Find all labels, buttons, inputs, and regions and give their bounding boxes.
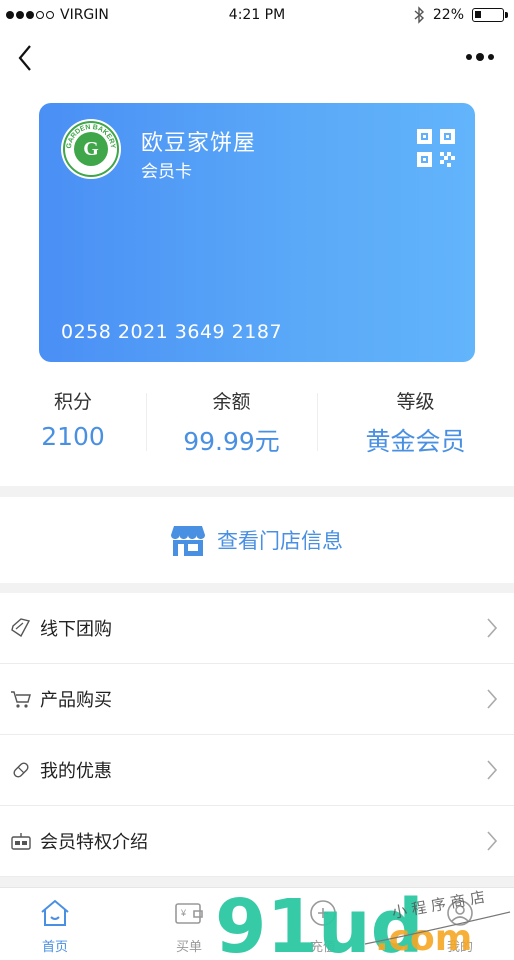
tab-pay[interactable]: ¥ 买单	[159, 898, 219, 955]
card-number: 0258 2021 3649 2187	[61, 321, 283, 343]
balance-stat[interactable]: 余额 99.99元	[146, 383, 317, 457]
tab-bar: 首页 ¥ 买单 充值 我的	[0, 887, 514, 960]
cart-icon	[10, 688, 32, 710]
menu-item-group-buy[interactable]: 线下团购	[0, 593, 514, 664]
divider	[317, 393, 318, 451]
coupon-icon	[10, 759, 32, 781]
tab-label: 我的	[446, 940, 473, 955]
logo-ring: GARDEN BAKERY	[63, 121, 119, 177]
chevron-right-icon	[487, 831, 498, 851]
store-icon	[171, 526, 205, 556]
points-label: 积分	[53, 391, 92, 413]
tab-home[interactable]: 首页	[25, 898, 85, 955]
menu-list: 线下团购 产品购买 我的优惠 会员特权介绍	[0, 593, 514, 877]
home-icon	[41, 899, 69, 926]
nav-bar	[0, 30, 514, 86]
battery-percent: 22%	[432, 7, 464, 23]
section-gap	[0, 486, 514, 497]
balance-value: 99.99元	[183, 427, 280, 456]
store-info-label: 查看门店信息	[217, 529, 343, 553]
chevron-right-icon	[487, 689, 498, 709]
tab-recharge[interactable]: 充值	[293, 898, 353, 955]
menu-item-discounts[interactable]: 我的优惠	[0, 735, 514, 806]
tab-label: 首页	[41, 940, 68, 955]
chevron-left-icon[interactable]	[12, 42, 42, 74]
bakery-logo: GARDEN BAKERY G	[61, 119, 121, 179]
status-bar: VIRGIN 4:21 PM 22%	[0, 0, 514, 30]
chevron-right-icon	[487, 618, 498, 638]
points-stat[interactable]: 积分 2100	[0, 383, 146, 457]
balance-label: 余额	[212, 391, 251, 413]
chevron-right-icon	[487, 760, 498, 780]
section-gap	[0, 583, 514, 593]
member-card[interactable]: GARDEN BAKERY G 欧豆家饼屋 会员卡 0258 2021 3649…	[39, 103, 475, 362]
menu-item-label: 会员特权介绍	[40, 832, 148, 853]
bluetooth-icon	[414, 6, 424, 24]
level-value: 黄金会员	[365, 427, 466, 456]
tab-label: 充值	[309, 940, 336, 955]
tab-label: 买单	[175, 940, 202, 955]
recharge-icon	[310, 900, 336, 926]
store-name: 欧豆家饼屋	[141, 131, 257, 156]
user-icon	[447, 900, 473, 926]
tag-icon	[10, 617, 32, 639]
vip-card-icon	[10, 830, 32, 852]
card-type: 会员卡	[141, 162, 192, 182]
menu-item-label: 我的优惠	[40, 761, 112, 782]
menu-item-label: 产品购买	[40, 690, 112, 711]
menu-item-label: 线下团购	[40, 619, 112, 640]
level-stat[interactable]: 等级 黄金会员	[317, 383, 514, 457]
svg-text:¥: ¥	[180, 908, 187, 918]
qr-code-icon[interactable]	[417, 129, 455, 167]
section-gap	[0, 877, 514, 887]
status-right: 22%	[413, 6, 508, 24]
points-value: 2100	[41, 422, 105, 451]
divider	[146, 393, 147, 451]
level-label: 等级	[396, 391, 435, 413]
tab-mine[interactable]: 我的	[430, 898, 490, 955]
wallet-icon: ¥	[175, 903, 203, 924]
menu-item-purchase[interactable]: 产品购买	[0, 664, 514, 735]
member-stats: 积分 2100 余额 99.99元 等级 黄金会员	[0, 383, 514, 457]
menu-item-vip-privileges[interactable]: 会员特权介绍	[0, 806, 514, 877]
battery-icon	[472, 8, 508, 22]
more-dots-icon[interactable]	[466, 53, 494, 61]
store-info-button[interactable]: 查看门店信息	[0, 497, 514, 583]
